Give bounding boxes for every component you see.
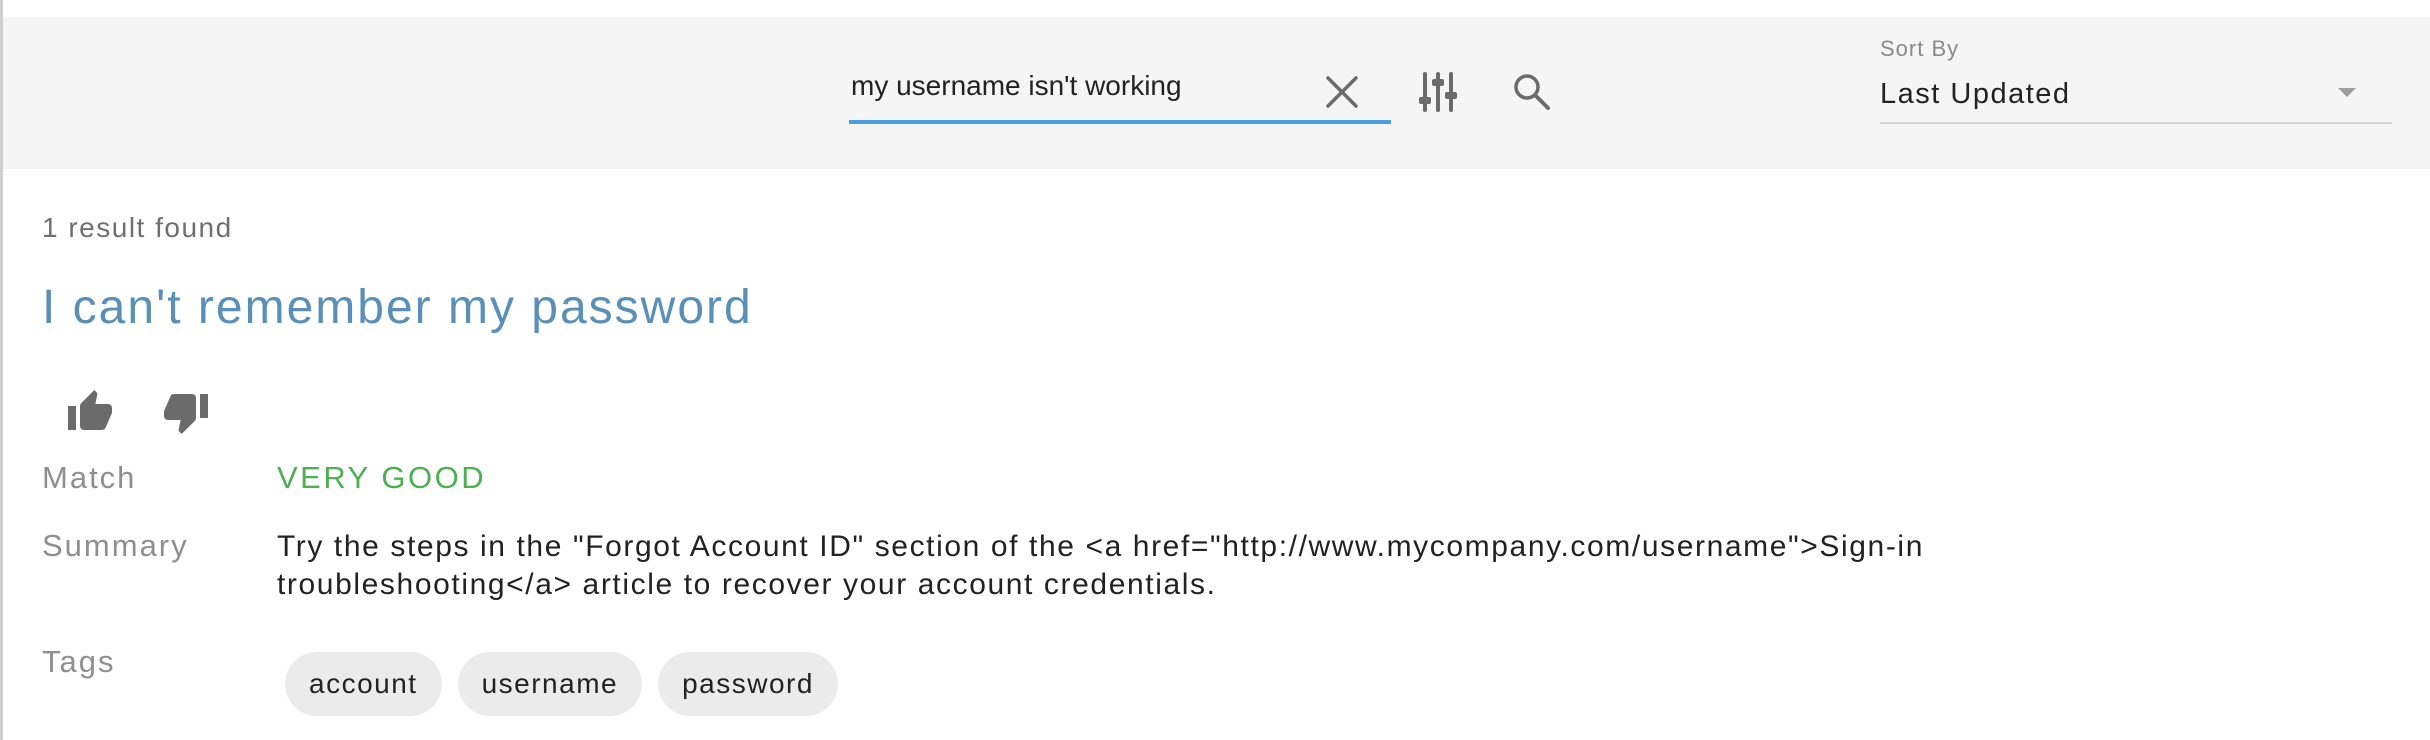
tags-list: account username password — [285, 652, 838, 716]
thumb-down-button[interactable] — [158, 384, 214, 440]
result-count: 1 result found — [42, 212, 233, 243]
sort-by-selected-value: Last Updated — [1880, 78, 2071, 110]
close-icon — [1326, 76, 1358, 108]
sort-by-select[interactable]: Last Updated — [1880, 74, 2392, 124]
tag-chip[interactable]: username — [457, 652, 643, 716]
tags-label: Tags — [42, 644, 116, 679]
clear-search-button[interactable] — [1320, 70, 1364, 114]
thumb-up-button[interactable] — [62, 384, 118, 440]
search-results-page: Sort By Last Updated 1 result found I ca… — [0, 0, 2430, 740]
sort-by-control: Sort By Last Updated — [1880, 34, 2392, 126]
tag-chip[interactable]: password — [658, 652, 838, 716]
summary-label: Summary — [42, 528, 189, 563]
search-input[interactable] — [851, 64, 1291, 108]
sort-by-label: Sort By — [1880, 36, 1960, 61]
match-label: Match — [42, 460, 137, 495]
search-icon — [1514, 74, 1550, 110]
thumb-down-icon — [164, 394, 208, 434]
filter-options-button[interactable] — [1414, 68, 1462, 116]
result-title-link[interactable]: I can't remember my password — [42, 280, 753, 335]
thumb-up-icon — [68, 390, 112, 430]
search-submit-button[interactable] — [1510, 70, 1554, 114]
tune-sliders-icon — [1419, 72, 1457, 112]
match-value: VERY GOOD — [277, 460, 487, 495]
search-field[interactable] — [849, 58, 1391, 124]
tag-chip[interactable]: account — [285, 652, 442, 716]
summary-value: Try the steps in the "Forgot Account ID"… — [277, 530, 1924, 601]
caret-down-icon — [2338, 88, 2356, 97]
